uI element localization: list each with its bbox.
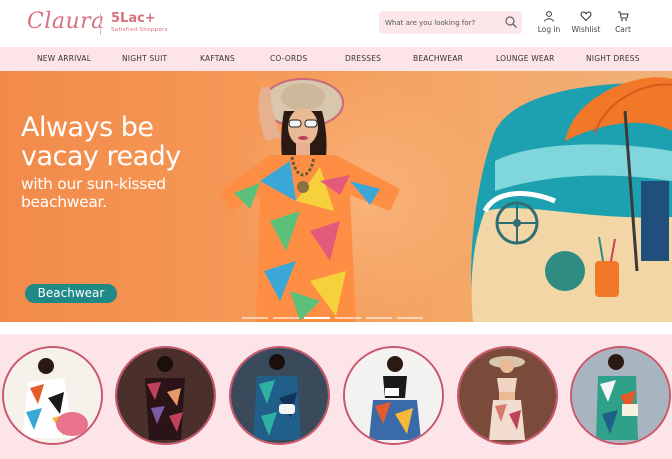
model-photo (459, 348, 556, 443)
category-circle-6[interactable] (570, 346, 671, 445)
hero-subline: with our sun-kissed beachwear. (21, 175, 221, 211)
site-header: Claura 5Lac+ Satisfied Shoppers Log in W… (0, 0, 672, 47)
nav-item-night-dress[interactable]: NIGHT DRESS (586, 54, 640, 63)
nav-item-beachwear[interactable]: BEACHWEAR (413, 54, 463, 63)
cart-label: Cart (615, 25, 631, 34)
nav-item-new-arrival[interactable]: NEW ARRIVAL (37, 54, 91, 63)
search-bar (379, 11, 522, 34)
user-icon (544, 11, 554, 22)
model-photo (117, 348, 214, 443)
category-circle-4[interactable] (343, 346, 444, 445)
beach-scene-illustration (471, 77, 672, 322)
model-illustration (220, 78, 400, 322)
carousel-dot[interactable] (366, 317, 392, 319)
hero-subline-line2: beachwear. (21, 193, 107, 211)
heart-icon (580, 11, 592, 22)
cart-button[interactable]: Cart (612, 10, 634, 34)
wishlist-label: Wishlist (571, 25, 601, 34)
cart-icon (618, 11, 629, 21)
search-icon[interactable] (504, 15, 518, 29)
nav-item-dresses[interactable]: DRESSES (345, 54, 381, 63)
shoppers-stat: 5Lac+ Satisfied Shoppers (111, 11, 168, 34)
hero-banner[interactable]: Always be vacay ready with our sun-kisse… (0, 71, 672, 322)
category-circle-5[interactable] (457, 346, 558, 445)
model-photo (231, 348, 328, 443)
carousel-dot[interactable] (242, 317, 268, 319)
carousel-dot[interactable] (397, 317, 423, 319)
carousel-dot[interactable] (304, 317, 330, 319)
model-photo (345, 348, 442, 443)
carousel-dot[interactable] (335, 317, 361, 319)
nav-item-co-ords[interactable]: CO-ORDS (270, 54, 307, 63)
search-input[interactable] (385, 11, 501, 34)
hero-headline-line2: vacay ready (21, 141, 181, 172)
category-circle-3[interactable] (229, 346, 330, 445)
wishlist-button[interactable]: Wishlist (571, 10, 601, 34)
hero-headline: Always be vacay ready (21, 113, 181, 171)
shoppers-caption: Satisfied Shoppers (111, 27, 168, 33)
nav-item-night-suit[interactable]: NIGHT SUIT (122, 54, 167, 63)
login-button[interactable]: Log in (537, 10, 561, 34)
hero-headline-line1: Always be (21, 112, 154, 143)
model-photo (572, 348, 669, 443)
model-photo (4, 348, 101, 443)
logo-divider (100, 13, 101, 35)
nav-item-kaftans[interactable]: KAFTANS (200, 54, 235, 63)
shoppers-count: 5Lac+ (111, 11, 156, 26)
nav-item-lounge-wear[interactable]: LOUNGE WEAR (496, 54, 555, 63)
carousel-dot[interactable] (273, 317, 299, 319)
hero-subline-line1: with our sun-kissed (21, 175, 166, 193)
carousel-indicators (242, 317, 424, 319)
category-circle-1[interactable] (2, 346, 103, 445)
category-circles (0, 334, 672, 459)
login-label: Log in (537, 25, 561, 34)
category-nav: NEW ARRIVAL NIGHT SUIT KAFTANS CO-ORDS D… (0, 47, 672, 71)
brand-logo[interactable]: Claura (27, 9, 105, 34)
beachwear-cta-button[interactable]: Beachwear (25, 284, 117, 303)
category-circle-2[interactable] (115, 346, 216, 445)
